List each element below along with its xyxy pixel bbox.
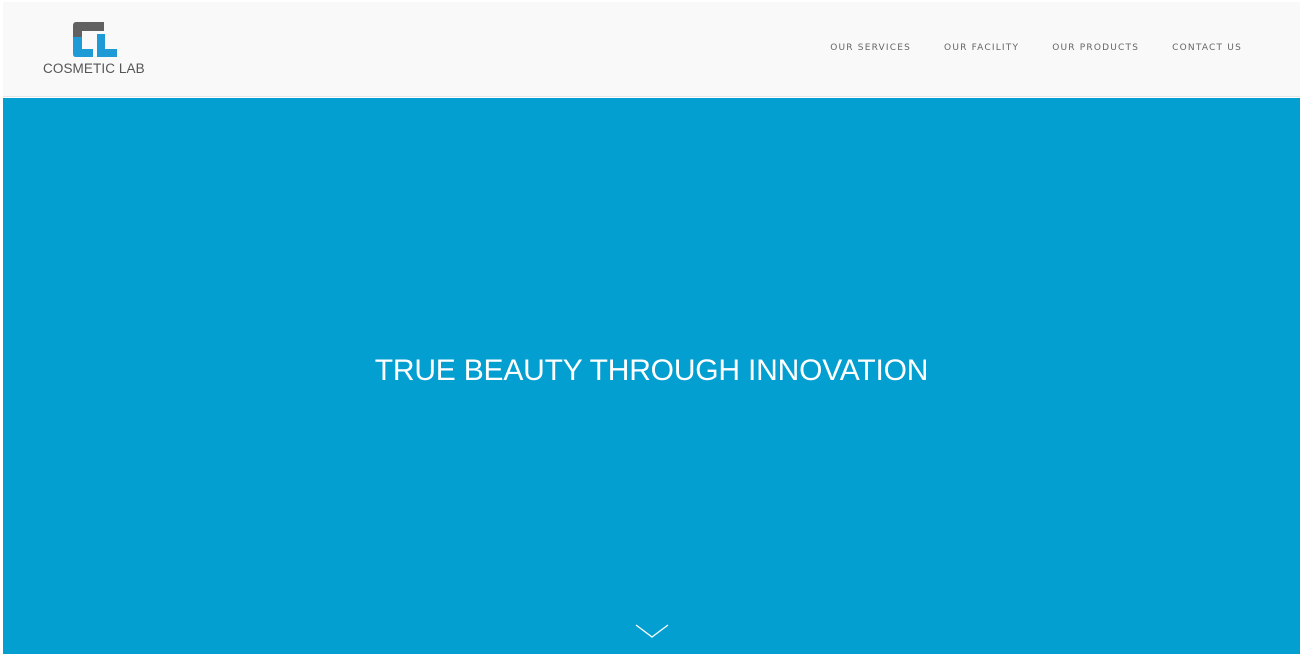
nav-item-our-products[interactable]: OUR PRODUCTS	[1052, 43, 1139, 53]
scroll-down-button[interactable]	[635, 623, 669, 643]
logo-text: COSMETIC LAB	[43, 61, 145, 76]
hero-section: TRUE BEAUTY THROUGH INNOVATION	[3, 98, 1300, 654]
nav-item-our-services[interactable]: OUR SERVICES	[830, 43, 911, 53]
nav-item-contact-us[interactable]: CONTACT US	[1172, 43, 1242, 53]
cl-logo-mark-icon	[73, 22, 117, 57]
hero-title: TRUE BEAUTY THROUGH INNOVATION	[374, 354, 929, 387]
nav-item-our-facility[interactable]: OUR FACILITY	[944, 43, 1019, 53]
page: COSMETIC LAB OUR SERVICES OUR FACILITY O…	[3, 2, 1300, 654]
cosmetic-lab-logo[interactable]: COSMETIC LAB	[43, 22, 153, 82]
site-header: COSMETIC LAB OUR SERVICES OUR FACILITY O…	[3, 2, 1300, 97]
chevron-down-icon	[635, 624, 669, 638]
main-nav: OUR SERVICES OUR FACILITY OUR PRODUCTS C…	[830, 38, 1242, 58]
